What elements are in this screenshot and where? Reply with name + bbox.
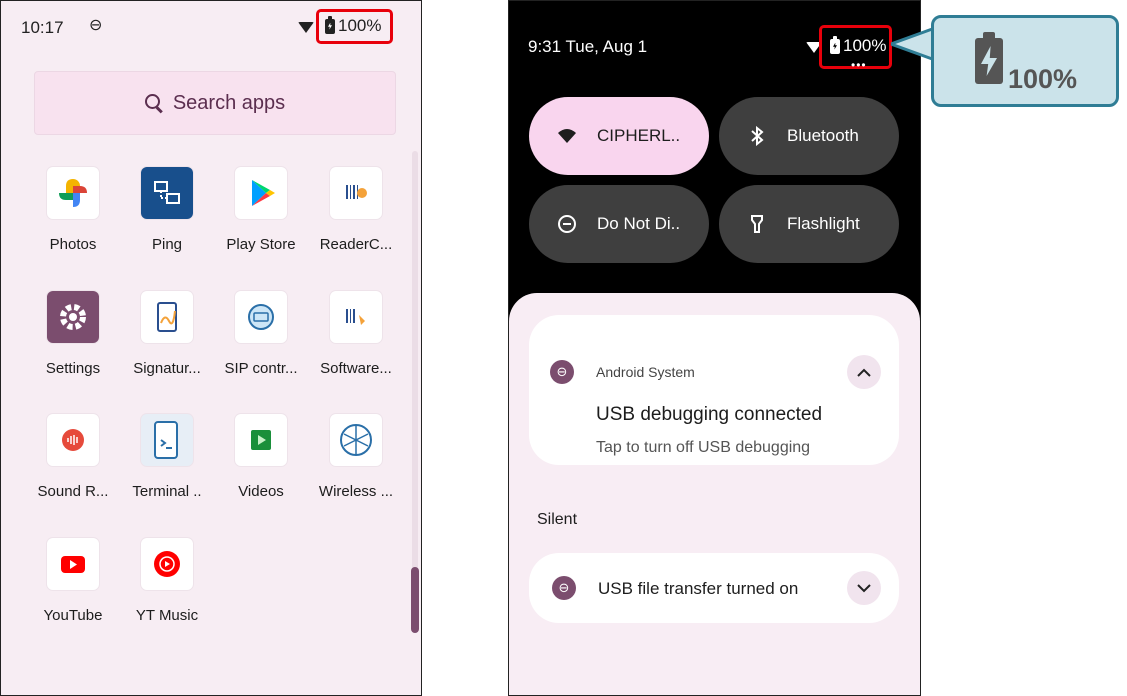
app-sip-control[interactable]: SIP contr... [214, 291, 308, 377]
app-label: Software... [320, 360, 392, 377]
app-label: Videos [238, 483, 284, 500]
battery-icon [325, 15, 335, 34]
videos-icon [235, 414, 287, 466]
app-play-store[interactable]: Play Store [214, 167, 308, 253]
barcode-trigger-icon [330, 291, 382, 343]
battery-icon [830, 35, 840, 54]
battery-charging-icon [975, 32, 1003, 84]
wireless-network-icon [330, 414, 382, 466]
app-yt-music[interactable]: YT Music [120, 538, 214, 624]
keyboard-icon [235, 291, 287, 343]
tile-flashlight[interactable]: Flashlight [719, 185, 899, 263]
bluetooth-icon [747, 126, 767, 146]
app-settings[interactable]: Settings [26, 291, 120, 377]
search-label: Search apps [172, 91, 286, 114]
wifi-icon [298, 20, 314, 38]
gear-icon [47, 291, 99, 343]
status-time: 10:17 [21, 18, 64, 37]
app-terminal[interactable]: Terminal .. [120, 414, 214, 500]
status-datetime: 9:31 Tue, Aug 1 [528, 37, 648, 56]
ping-icon [141, 167, 193, 219]
app-label: Settings [45, 360, 101, 377]
expand-button[interactable] [847, 571, 881, 605]
signature-icon [141, 291, 193, 343]
app-label: ReaderC... [319, 236, 393, 253]
search-icon [144, 94, 163, 112]
wifi-icon [557, 126, 577, 146]
app-label: Terminal .. [132, 483, 202, 500]
battery-indicator: 100% [325, 15, 382, 36]
tile-label: Do Not Di.. [597, 214, 681, 233]
notification-usb-debugging[interactable]: ⊖ Android System USB debugging connected… [529, 315, 899, 465]
scrollbar-track[interactable] [412, 151, 418, 631]
notification-panel: ⊖ Android System USB debugging connected… [509, 293, 920, 695]
silent-section-header: Silent [537, 511, 578, 528]
app-photos[interactable]: Photos [26, 167, 120, 253]
terminal-icon [141, 414, 193, 466]
app-sound-recorder[interactable]: Sound R... [26, 414, 120, 500]
callout-battery-percent: 100% [1008, 64, 1078, 94]
tile-label: CIPHERL.. [597, 126, 681, 145]
yt-music-icon [141, 538, 193, 590]
app-label: Signatur... [133, 360, 201, 377]
tile-label: Bluetooth [787, 126, 859, 145]
app-videos[interactable]: Videos [214, 414, 308, 500]
notification-title: USB debugging connected [596, 404, 823, 425]
tile-do-not-disturb[interactable]: Do Not Di.. [529, 185, 709, 263]
scrollbar-thumb[interactable] [411, 567, 419, 633]
play-store-icon [235, 167, 287, 219]
app-signature[interactable]: Signatur... [120, 291, 214, 377]
barcode-reader-icon [330, 167, 382, 219]
app-label: Play Store [226, 236, 296, 253]
photos-icon [47, 167, 99, 219]
sim-icon: ⊖ [89, 17, 103, 34]
tile-label: Flashlight [787, 214, 860, 233]
more-dots-icon: ••• [851, 58, 867, 72]
tile-wifi[interactable]: CIPHERL.. [529, 97, 709, 175]
status-bar: 10:17 ⊖ 100% [1, 1, 421, 53]
notification-shade-screen: 9:31 Tue, Aug 1 100% ••• CIPHERL.. Bluet… [508, 0, 921, 696]
app-youtube[interactable]: YouTube [26, 538, 120, 624]
notification-usb-file-transfer[interactable]: ⊖ USB file transfer turned on [529, 553, 899, 623]
flashlight-icon [747, 214, 767, 234]
app-label: Photos [49, 236, 97, 253]
youtube-icon [47, 538, 99, 590]
battery-callout: 100% [931, 15, 1119, 107]
tile-bluetooth[interactable]: Bluetooth [719, 97, 899, 175]
app-label: YT Music [135, 607, 199, 624]
app-label: SIP contr... [224, 360, 298, 377]
do-not-disturb-icon [557, 214, 577, 234]
notification-body: Tap to turn off USB debugging [596, 439, 811, 456]
app-software-trigger[interactable]: Software... [309, 291, 403, 377]
sound-recorder-icon [47, 414, 99, 466]
app-label: YouTube [43, 607, 103, 624]
app-readerconfig[interactable]: ReaderC... [309, 167, 403, 253]
app-ping[interactable]: Ping [120, 167, 214, 253]
notification-title: USB file transfer turned on [598, 579, 799, 598]
battery-percent: 100% [338, 16, 382, 35]
app-drawer-screen: 10:17 ⊖ 100% Search apps Photos Ping Pla… [0, 0, 422, 696]
battery-indicator: 100% [830, 35, 887, 56]
android-system-icon: ⊖ [552, 576, 576, 600]
app-label: Sound R... [37, 483, 109, 500]
app-label: Wireless ... [318, 483, 394, 500]
app-wireless-manager[interactable]: Wireless ... [309, 414, 403, 500]
notification-source: Android System [596, 364, 695, 380]
android-system-icon: ⊖ [550, 360, 574, 384]
search-apps-bar[interactable]: Search apps [34, 71, 396, 135]
battery-percent: 100% [843, 36, 887, 55]
app-label: Ping [151, 236, 183, 253]
collapse-button[interactable] [847, 355, 881, 389]
